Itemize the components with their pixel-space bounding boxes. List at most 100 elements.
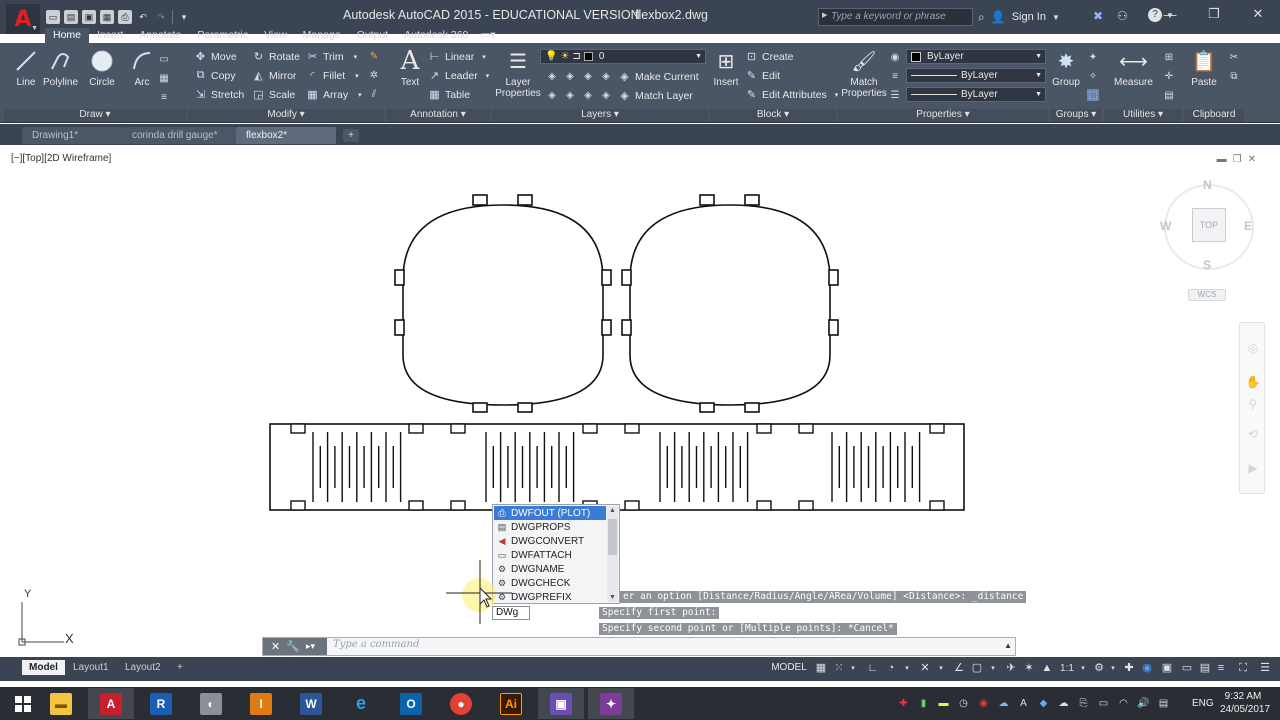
offset-icon[interactable]: ⫽ bbox=[368, 88, 380, 100]
create-block-button[interactable]: ⊡ Create bbox=[745, 48, 794, 65]
cut-icon[interactable]: ✂ bbox=[1228, 51, 1240, 63]
tray-notes-icon[interactable]: ▬ bbox=[937, 697, 950, 710]
groups-panel-title[interactable]: Groups ▾ bbox=[1050, 109, 1102, 122]
viewcube-top-face[interactable]: TOP bbox=[1192, 208, 1226, 242]
layout-tab-model[interactable]: Model bbox=[22, 660, 65, 675]
wcs-menu[interactable]: WCS bbox=[1188, 289, 1226, 301]
tray-network-icon[interactable]: ▤ bbox=[1157, 697, 1170, 710]
annotation-visibility-icon[interactable]: ✈ bbox=[1004, 662, 1018, 675]
viewport-restore-icon[interactable]: ❐ bbox=[1233, 154, 1242, 165]
scale-button[interactable]: ◲ Scale bbox=[252, 86, 295, 103]
linetype-dropdown[interactable]: ByLayer ▼ bbox=[906, 87, 1046, 102]
utilities-panel-title[interactable]: Utilities ▾ bbox=[1104, 109, 1182, 122]
tray-chrome-icon[interactable]: ◉ bbox=[977, 697, 990, 710]
hatch-icon[interactable]: ▦ bbox=[158, 72, 170, 84]
autocomplete-scrollbar[interactable]: ▲ ▼ bbox=[607, 506, 618, 602]
taskbar-word[interactable]: W bbox=[288, 688, 334, 719]
layer-off-icon[interactable]: ◈ bbox=[546, 70, 558, 82]
rotate-button[interactable]: ↻ Rotate bbox=[252, 48, 300, 65]
fullscreen-icon[interactable]: ⛶ bbox=[1236, 662, 1250, 675]
showmotion-icon[interactable]: ▶ bbox=[1245, 461, 1261, 477]
dropdown-arrow-icon[interactable]: ▾ bbox=[355, 72, 359, 80]
annotation-scale-value[interactable]: 1:1 bbox=[1056, 662, 1078, 675]
layout-tab-layout2[interactable]: Layout2 bbox=[118, 660, 168, 675]
move-button[interactable]: ✥ Move bbox=[194, 48, 237, 65]
customize-qat-icon[interactable]: ▾ bbox=[177, 10, 191, 24]
clipboard-panel-title[interactable]: Clipboard bbox=[1184, 109, 1244, 122]
erase-icon[interactable]: ✎ bbox=[368, 50, 380, 62]
group-edit-icon[interactable]: ✧ bbox=[1087, 70, 1099, 82]
isodraft-icon[interactable]: ✕ bbox=[918, 662, 932, 675]
tab-output[interactable]: Output bbox=[349, 28, 397, 43]
match-properties-button[interactable]: 🖌 Match Properties bbox=[840, 47, 888, 100]
customize-icon[interactable]: 🔧 bbox=[286, 640, 300, 653]
line-button[interactable]: Line bbox=[12, 47, 40, 88]
dropdown-arrow-icon[interactable]: ▾ bbox=[900, 662, 914, 675]
layer-unlock-icon[interactable]: ◈ bbox=[600, 89, 612, 101]
tray-autodesk-icon[interactable]: A bbox=[1017, 697, 1030, 710]
hardware-acceleration-icon[interactable]: ▣ bbox=[1160, 662, 1174, 675]
id-point-icon[interactable]: ✛ bbox=[1163, 70, 1175, 82]
block-panel-title[interactable]: Block ▾ bbox=[710, 109, 836, 122]
workspace-switching-icon[interactable]: ⚙ bbox=[1092, 662, 1106, 675]
minimize-button[interactable]: — bbox=[1148, 0, 1192, 28]
viewcube-south[interactable]: S bbox=[1203, 258, 1211, 272]
tab-manage[interactable]: Manage bbox=[295, 28, 349, 43]
ungroup-icon[interactable]: ✦ bbox=[1087, 51, 1099, 63]
dropdown-arrow-icon[interactable]: ▾ bbox=[986, 662, 1000, 675]
color-dropdown[interactable]: ByLayer ▼ bbox=[906, 49, 1046, 64]
dropdown-arrow-icon[interactable]: ▾ bbox=[354, 53, 358, 61]
layers-panel-title[interactable]: Layers ▾ bbox=[492, 109, 708, 122]
ortho-icon[interactable]: ∟ bbox=[866, 662, 880, 675]
new-layout-icon[interactable]: + bbox=[170, 660, 190, 675]
viewport-close-icon[interactable]: ✕ bbox=[1248, 154, 1256, 165]
array-button[interactable]: ▦ Array ▾ bbox=[306, 86, 361, 103]
edit-block-button[interactable]: ✎ Edit bbox=[745, 67, 780, 84]
tray-usb-icon[interactable]: ⎘ bbox=[1077, 697, 1090, 710]
mirror-button[interactable]: ◭ Mirror bbox=[252, 67, 296, 84]
isolate-objects-icon[interactable]: ◉ bbox=[1140, 662, 1154, 675]
file-tab-drawing1[interactable]: Drawing1* bbox=[22, 127, 122, 144]
viewport-minimize-icon[interactable]: ▬ bbox=[1217, 154, 1227, 165]
taskbar-inventor[interactable]: I bbox=[238, 688, 284, 719]
paste-button[interactable]: 📋 Paste bbox=[1190, 47, 1218, 89]
draw-panel-title[interactable]: Draw ▾ bbox=[4, 109, 186, 122]
dropdown-arrow-icon[interactable]: ▾ bbox=[482, 53, 486, 61]
undo-icon[interactable]: ↶ bbox=[136, 10, 150, 24]
taskbar-revit[interactable]: R bbox=[138, 688, 184, 719]
viewcube-east[interactable]: E bbox=[1244, 219, 1252, 233]
taskbar-illustrator[interactable]: Ai bbox=[488, 688, 534, 719]
tray-app-icon[interactable]: ✚ bbox=[897, 697, 910, 710]
help-search-input[interactable]: Type a keyword or phrase bbox=[818, 8, 973, 26]
arc-button[interactable]: Arc bbox=[128, 47, 156, 88]
table-button[interactable]: ▦ Table bbox=[428, 86, 470, 103]
search-expand-icon[interactable]: ▶ bbox=[822, 11, 827, 19]
command-input[interactable]: Type a command bbox=[333, 639, 419, 650]
linear-button[interactable]: ⊢ Linear ▾ bbox=[428, 48, 486, 65]
file-tab-flexbox2[interactable]: flexbox2* bbox=[236, 127, 336, 144]
group-selection-icon[interactable]: ⬚ bbox=[1087, 89, 1099, 101]
dropdown-arrow-icon[interactable]: ▼ bbox=[1052, 13, 1060, 22]
stay-connected-icon[interactable]: ⚇ bbox=[1117, 9, 1128, 23]
tray-sync-icon[interactable]: ◷ bbox=[957, 697, 970, 710]
make-current-button[interactable]: ◈ Make Current bbox=[618, 68, 698, 85]
calculator-icon[interactable]: ▤ bbox=[1163, 89, 1175, 101]
object-snap-icon[interactable]: ▢ bbox=[970, 662, 984, 675]
binoculars-icon[interactable]: ⌕ bbox=[978, 10, 985, 25]
scroll-down-icon[interactable]: ▼ bbox=[609, 594, 616, 601]
viewport-controls-label[interactable]: [−][Top][2D Wireframe] bbox=[11, 153, 111, 164]
insert-block-button[interactable]: ⊞ Insert bbox=[712, 47, 740, 89]
zoom-icon[interactable]: ⚲ bbox=[1245, 397, 1261, 413]
layer-properties-button[interactable]: ☰ Layer Properties bbox=[493, 47, 543, 100]
tab-home[interactable]: Home bbox=[45, 28, 90, 43]
recent-commands-icon[interactable]: ▸▾ bbox=[306, 641, 315, 652]
input-language[interactable]: ENG bbox=[1192, 698, 1214, 709]
quick-select-icon[interactable]: ⊞ bbox=[1163, 51, 1175, 63]
dropdown-arrow-icon[interactable]: ▾ bbox=[934, 662, 948, 675]
layer-thaw-icon[interactable]: ◈ bbox=[582, 89, 594, 101]
sign-in-label[interactable]: Sign In bbox=[1012, 11, 1046, 23]
autocomplete-item[interactable]: ◀ DWGCONVERT bbox=[494, 534, 606, 548]
lineweight-dropdown[interactable]: ByLayer ▼ bbox=[906, 68, 1046, 83]
tray-battery-icon[interactable]: ▮ bbox=[917, 697, 930, 710]
auto-scale-icon[interactable]: ✶ bbox=[1022, 662, 1036, 675]
